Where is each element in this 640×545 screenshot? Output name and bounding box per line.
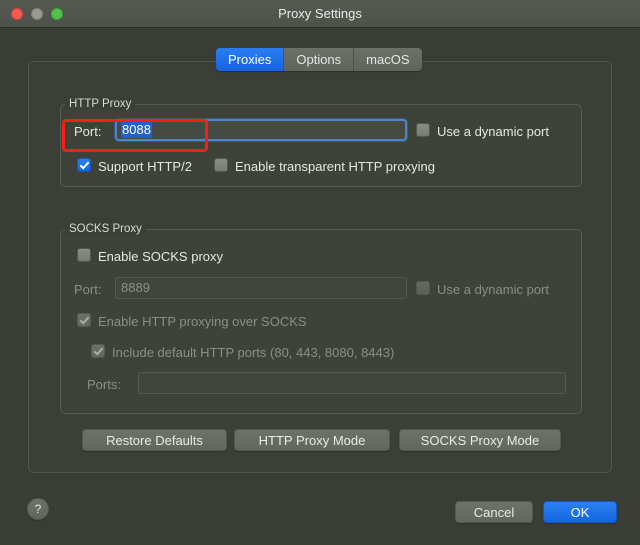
socks-proxy-mode-button[interactable]: SOCKS Proxy Mode <box>399 429 561 451</box>
http-proxy-mode-button[interactable]: HTTP Proxy Mode <box>234 429 390 451</box>
http-port-input[interactable]: 8088 <box>115 119 407 141</box>
title-bar: Proxy Settings <box>0 0 640 28</box>
http-proxy-group-label: HTTP Proxy <box>65 98 136 110</box>
socks-port-label: Port: <box>74 282 102 297</box>
window-title: Proxy Settings <box>278 6 362 21</box>
http-dynamic-port-label[interactable]: Use a dynamic port <box>437 124 549 139</box>
support-http2-label[interactable]: Support HTTP/2 <box>98 159 192 174</box>
socks-proxy-group-label: SOCKS Proxy <box>65 223 146 235</box>
include-default-http-ports-checkbox[interactable] <box>91 344 105 358</box>
tab-bar: Proxies Options macOS <box>216 48 422 71</box>
settings-panel: HTTP Proxy Port: 8088 Use a dynamic port… <box>28 61 612 473</box>
socks-ports-label: Ports: <box>87 377 121 392</box>
enable-socks-proxy-checkbox[interactable] <box>77 248 91 262</box>
transparent-proxying-checkbox[interactable] <box>214 158 228 172</box>
http-proxy-group <box>60 104 582 187</box>
help-button[interactable]: ? <box>27 498 49 520</box>
support-http2-checkbox[interactable] <box>77 158 91 172</box>
enable-socks-proxy-label[interactable]: Enable SOCKS proxy <box>98 249 223 264</box>
tab-proxies[interactable]: Proxies <box>216 48 285 71</box>
restore-defaults-button[interactable]: Restore Defaults <box>82 429 227 451</box>
include-default-http-ports-label[interactable]: Include default HTTP ports (80, 443, 808… <box>112 345 394 360</box>
http-over-socks-checkbox[interactable] <box>77 313 91 327</box>
tab-options[interactable]: Options <box>284 48 355 71</box>
http-over-socks-label[interactable]: Enable HTTP proxying over SOCKS <box>98 314 307 329</box>
http-dynamic-port-checkbox[interactable] <box>416 123 430 137</box>
socks-ports-input[interactable] <box>138 372 566 394</box>
cancel-button[interactable]: Cancel <box>455 501 533 523</box>
http-port-label: Port: <box>74 124 102 139</box>
tab-macos[interactable]: macOS <box>354 48 422 71</box>
proxy-settings-window: Proxy Settings Proxies Options macOS HTT… <box>0 0 640 545</box>
socks-dynamic-port-label[interactable]: Use a dynamic port <box>437 282 549 297</box>
http-port-value: 8088 <box>121 121 152 138</box>
transparent-proxying-label[interactable]: Enable transparent HTTP proxying <box>235 159 435 174</box>
socks-dynamic-port-checkbox[interactable] <box>416 281 430 295</box>
socks-port-input[interactable]: 8889 <box>115 277 407 299</box>
ok-button[interactable]: OK <box>543 501 617 523</box>
